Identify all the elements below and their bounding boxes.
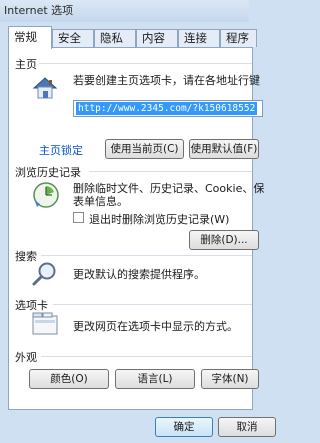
tabs-icon — [32, 312, 58, 335]
tabs-section-title: 选项卡 — [15, 299, 48, 312]
home-section-title: 主页 — [15, 58, 37, 71]
title-bar: Internet 选项 — [0, 0, 249, 22]
tab-privacy[interactable]: 隐私 — [94, 29, 136, 47]
delete-history-button[interactable]: 删除(D)... — [189, 230, 259, 250]
tab-general[interactable]: 常规 — [8, 26, 52, 49]
home-page-url-value: http://www.2345.com/?k150618552 — [76, 102, 258, 115]
tab-programs[interactable]: 程序 — [220, 29, 257, 47]
cancel-button[interactable]: 取消 — [218, 417, 276, 437]
magnifier-icon — [32, 262, 56, 286]
fonts-button[interactable]: 字体(N) — [201, 369, 259, 389]
history-clock-icon — [33, 182, 59, 208]
home-description: 若要创建主页选项卡，请在各地址行键 — [73, 74, 260, 87]
home-page-url-field[interactable]: http://www.2345.com/?k150618552 — [73, 100, 263, 117]
dialog-footer: 确定 取消 — [0, 410, 276, 443]
use-default-button[interactable]: 使用默认值(F) — [189, 139, 259, 159]
tab-security[interactable]: 安全 — [52, 29, 94, 47]
window-title: Internet 选项 — [4, 4, 74, 17]
house-icon — [32, 77, 58, 99]
history-description-line2: 表单信息。 — [73, 195, 128, 208]
delete-on-exit-label: 退出时删除浏览历史记录(W) — [89, 213, 230, 226]
home-lock-link[interactable]: 主页锁定 — [39, 142, 83, 158]
general-tab-panel: 主页 若要创建主页选项卡，请在各地址行键 http://www.2345.com… — [8, 47, 264, 410]
home-section-divider — [39, 63, 252, 64]
appearance-section-title: 外观 — [15, 351, 37, 364]
tab-strip: 常规 安全 隐私 内容 连接 程序 — [8, 26, 257, 49]
tabs-section-divider — [53, 304, 252, 305]
appearance-section-divider — [41, 356, 252, 357]
languages-button[interactable]: 语言(L) — [115, 369, 195, 389]
history-section-title: 浏览历史记录 — [15, 166, 81, 179]
tabs-description: 更改网页在选项卡中显示的方式。 — [73, 320, 238, 333]
tab-connections[interactable]: 连接 — [178, 29, 220, 47]
search-section-divider — [41, 255, 252, 256]
delete-on-exit-checkbox[interactable] — [73, 212, 84, 223]
use-current-button[interactable]: 使用当前页(C) — [105, 139, 184, 159]
tab-content[interactable]: 内容 — [136, 29, 178, 47]
ok-button[interactable]: 确定 — [155, 417, 213, 437]
history-section-divider — [89, 171, 252, 172]
search-description: 更改默认的搜索提供程序。 — [73, 268, 205, 281]
colors-button[interactable]: 颜色(O) — [29, 369, 109, 389]
